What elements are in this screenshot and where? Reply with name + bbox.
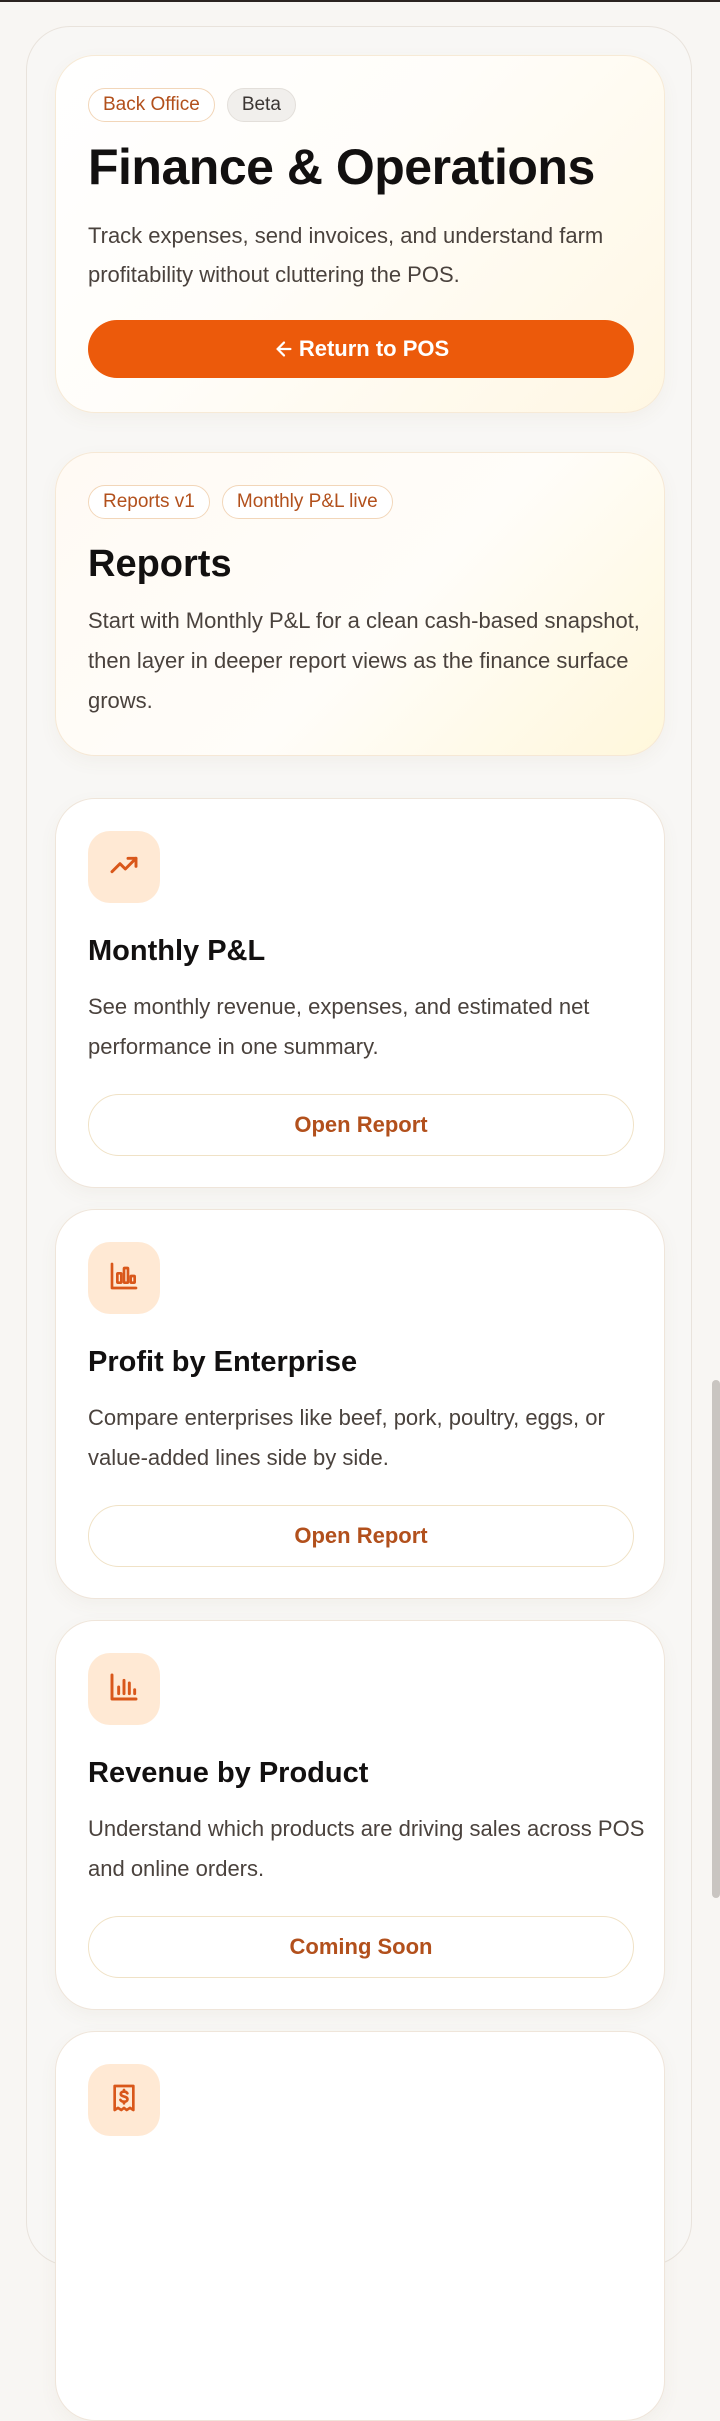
window-top-edge: [0, 0, 720, 2]
hero-badges: Back Office Beta: [88, 88, 296, 122]
column-chart-icon: [108, 1671, 140, 1708]
report-title: Profit by Enterprise: [88, 1346, 358, 1378]
receipt-dollar-icon: [108, 2082, 140, 2119]
beta-badge: Beta: [226, 88, 296, 122]
return-to-pos-label: Return to POS: [298, 336, 450, 361]
reports-title: Reports: [88, 543, 232, 585]
report-description: See monthly revenue, expenses, and estim…: [88, 994, 590, 1059]
page-shell: Back Office Beta Finance & Operations Tr…: [26, 26, 692, 2421]
report-card-partial: [55, 2031, 665, 2421]
report-title: Revenue by Product: [88, 1757, 369, 1789]
bar-chart-icon: [108, 1260, 140, 1297]
report-icon-tile: [88, 1242, 160, 1314]
reports-version-badge: Reports v1: [88, 485, 210, 519]
report-icon-tile: [88, 2064, 160, 2136]
arrow-left-icon: [273, 338, 295, 360]
report-card-profit-by-enterprise: Profit by Enterprise Compare enterprises…: [55, 1209, 665, 1599]
back-office-badge: Back Office: [88, 88, 215, 122]
report-icon-tile: [88, 831, 160, 903]
report-card-monthly-pl: Monthly P&L See monthly revenue, expense…: [55, 798, 665, 1188]
report-card-revenue-by-product: Revenue by Product Understand which prod…: [55, 1620, 665, 2010]
report-description: Compare enterprises like beef, pork, pou…: [88, 1405, 605, 1470]
monthly-pl-live-badge: Monthly P&L live: [221, 485, 393, 519]
page-description: Track expenses, send invoices, and under…: [88, 223, 604, 287]
reports-description: Start with Monthly P&L for a clean cash-…: [88, 608, 640, 713]
report-description: Understand which products are driving sa…: [88, 1816, 645, 1881]
trending-up-icon: [108, 849, 140, 886]
reports-badges: Reports v1 Monthly P&L live: [88, 485, 393, 519]
report-icon-tile: [88, 1653, 160, 1725]
scrollbar-thumb[interactable]: [712, 1380, 720, 1898]
hero-card: Back Office Beta Finance & Operations Tr…: [55, 55, 665, 413]
coming-soon-button[interactable]: Coming Soon: [88, 1916, 634, 1978]
reports-header-card: Reports v1 Monthly P&L live Reports Star…: [55, 452, 665, 756]
return-to-pos-button[interactable]: Return to POS: [88, 320, 634, 378]
open-report-button[interactable]: Open Report: [88, 1505, 634, 1567]
page-title: Finance & Operations: [88, 139, 595, 195]
open-report-button[interactable]: Open Report: [88, 1094, 634, 1156]
report-title: Monthly P&L: [88, 935, 266, 967]
